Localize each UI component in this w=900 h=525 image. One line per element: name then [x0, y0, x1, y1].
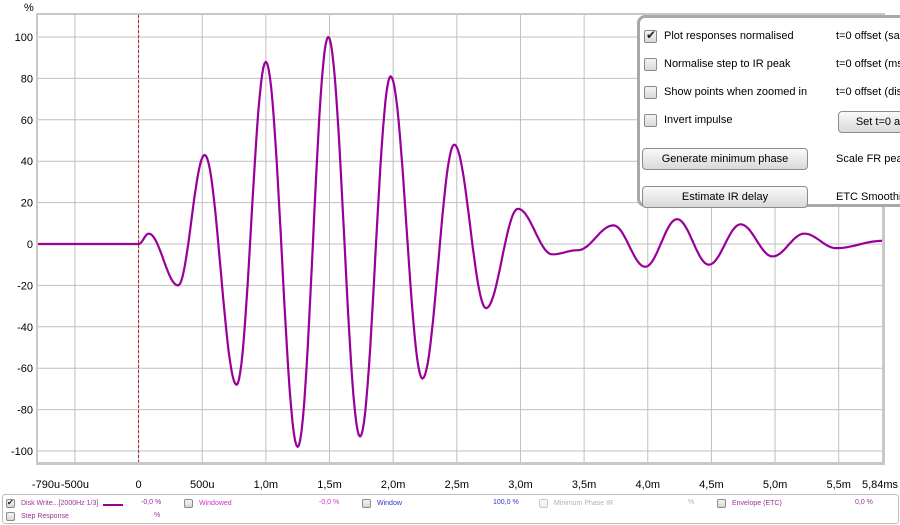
show-points-label: Show points when zoomed in: [664, 86, 808, 98]
legend-value-disk-write: -0,0 %: [141, 499, 162, 506]
plot-normalised-checkbox-row[interactable]: Plot responses normalised: [644, 27, 794, 45]
legend-label-window: Window: [377, 500, 402, 507]
plot-normalised-checkbox[interactable]: [644, 28, 657, 43]
y-tick-label: -40: [17, 322, 33, 334]
legend-item-disk-write[interactable]: Disk Write...[2000Hz 1/3]: [6, 498, 99, 508]
y-tick-labels: 100 80 60 40 20 0 -20 -40 -60 -80 -100: [11, 32, 33, 458]
x-tick-label: 4,0m: [636, 479, 660, 491]
y-tick-label: 80: [21, 73, 33, 85]
y-tick-label: -100: [11, 446, 33, 458]
x-tick-label: 5,0m: [763, 479, 787, 491]
estimate-ir-delay-button[interactable]: Estimate IR delay: [642, 186, 808, 208]
x-tick-label: -790u: [32, 479, 60, 491]
y-tick-label: -20: [17, 280, 33, 292]
x-tick-label: 3,0m: [508, 479, 532, 491]
x-tick-label: 1,5m: [317, 479, 341, 491]
legend-label-windowed: Windowed: [199, 500, 232, 507]
x-tick-label: 0: [136, 479, 142, 491]
legend-value-minimum-phase-ir: %: [688, 499, 695, 506]
y-tick-label: 100: [15, 32, 33, 44]
ir-options-panel: Plot responses normalised Normalise step…: [637, 15, 900, 208]
t0-offset-ms-label: t=0 offset (ms: [836, 58, 900, 70]
legend-checkbox-envelope-etc[interactable]: [717, 499, 726, 508]
normalise-step-checkbox[interactable]: [644, 57, 657, 71]
legend-item-step-response[interactable]: Step Response: [6, 512, 69, 521]
x-tick-labels: -790u -500u 0 500u 1,0m 1,5m 2,0m 2,5m 3,0m 3,5m 4…: [32, 479, 899, 491]
legend-checkbox-minimum-phase-ir: [539, 499, 548, 508]
y-axis-label: %: [24, 2, 34, 14]
x-tick-label: -500u: [61, 479, 89, 491]
y-tick-label: -80: [17, 405, 33, 417]
scale-fr-peak-label: Scale FR pea: [836, 153, 900, 165]
normalise-step-label: Normalise step to IR peak: [664, 58, 791, 70]
y-tick-label: 20: [21, 198, 33, 210]
x-tick-label: 500u: [190, 479, 214, 491]
x-tick-label: 2,5m: [445, 479, 469, 491]
t0-offset-samples-label: t=0 offset (sa: [836, 30, 900, 42]
y-tick-label: 0: [27, 239, 33, 251]
legend-checkbox-step-response[interactable]: [6, 512, 15, 521]
x-tick-label: 3,5m: [572, 479, 596, 491]
legend-checkbox-window[interactable]: [362, 499, 371, 508]
plot-normalised-label: Plot responses normalised: [664, 30, 794, 42]
invert-impulse-label: Invert impulse: [664, 114, 733, 126]
generate-minimum-phase-button[interactable]: Generate minimum phase: [642, 148, 808, 170]
legend-item-minimum-phase-ir: Minimum Phase IR: [539, 499, 613, 508]
legend-checkbox-disk-write[interactable]: [6, 498, 15, 508]
legend-item-window[interactable]: Window: [362, 499, 402, 508]
set-t0-button[interactable]: Set t=0 a: [838, 111, 900, 133]
legend-item-windowed[interactable]: Windowed: [184, 499, 232, 508]
legend-value-window: 100,0 %: [493, 499, 519, 506]
y-tick-label: 40: [21, 156, 33, 168]
invert-impulse-checkbox[interactable]: [644, 113, 657, 127]
show-points-checkbox-row[interactable]: Show points when zoomed in: [644, 83, 807, 101]
legend-item-envelope-etc[interactable]: Envelope (ETC): [717, 499, 782, 508]
y-tick-label: -60: [17, 363, 33, 375]
legend-label-envelope-etc: Envelope (ETC): [732, 500, 782, 507]
x-tick-label: 5,84ms: [862, 479, 899, 491]
trace-legend: Disk Write...[2000Hz 1/3] -0,0 % Windowe…: [2, 494, 899, 524]
x-tick-label: 1,0m: [254, 479, 278, 491]
legend-value-windowed: -0,0 %: [319, 499, 340, 506]
x-tick-label: 4,5m: [699, 479, 723, 491]
legend-label-minimum-phase-ir: Minimum Phase IR: [554, 500, 614, 507]
etc-smoothing-label: ETC Smoothin: [836, 191, 900, 203]
legend-value-envelope-etc: 0,0 %: [855, 499, 873, 506]
legend-checkbox-windowed[interactable]: [184, 499, 193, 508]
legend-line-swatch: [103, 504, 123, 506]
t0-offset-distance-label: t=0 offset (dis: [836, 86, 900, 98]
x-tick-label: 2,0m: [381, 479, 405, 491]
x-tick-label: 5,5m: [826, 479, 850, 491]
legend-label-disk-write: Disk Write...[2000Hz 1/3]: [21, 500, 99, 507]
invert-impulse-checkbox-row[interactable]: Invert impulse: [644, 111, 732, 129]
normalise-step-checkbox-row[interactable]: Normalise step to IR peak: [644, 55, 791, 73]
y-tick-label: 60: [21, 115, 33, 127]
legend-value-step-response: %: [154, 512, 161, 519]
legend-label-step-response: Step Response: [21, 513, 69, 520]
show-points-checkbox[interactable]: [644, 85, 657, 99]
